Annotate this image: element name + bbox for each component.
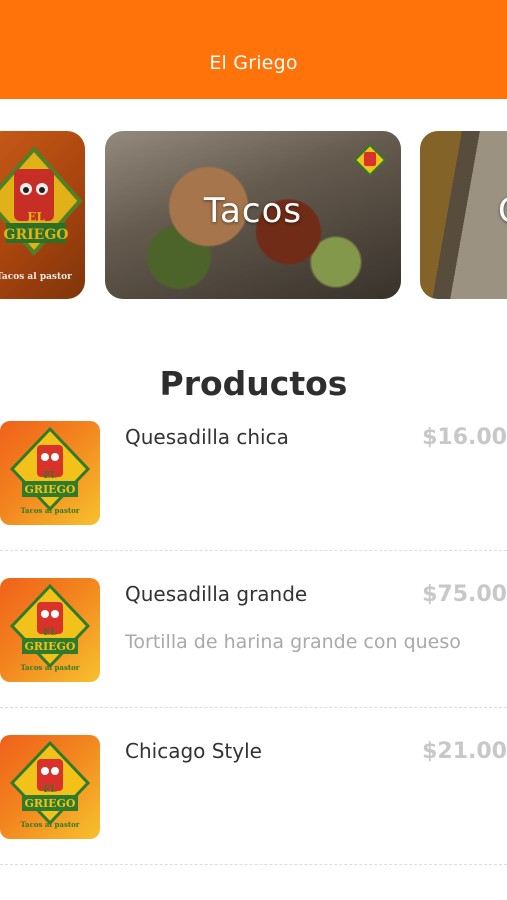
- product-item[interactable]: EL GRIEGO Tacos al pastor Quesadilla gra…: [0, 578, 507, 708]
- el-griego-logo-icon: EL GRIEGO Tacos al pastor: [9, 583, 91, 672]
- svg-text:Tacos al pastor: Tacos al pastor: [21, 506, 80, 515]
- mini-logo-icon: [353, 143, 387, 177]
- svg-text:EL: EL: [43, 628, 57, 638]
- product-description: Tortilla de harina grande con queso: [125, 631, 461, 653]
- svg-text:Tacos al pastor: Tacos al pastor: [21, 820, 80, 829]
- svg-text:GRIEGO: GRIEGO: [24, 640, 75, 653]
- el-griego-logo-icon: EL GRIEGO Tacos al pastor: [9, 426, 91, 515]
- category-carousel[interactable]: GRIEGO EL Tacos al pastor Tacos C: [0, 131, 507, 301]
- category-card-logo[interactable]: GRIEGO EL Tacos al pastor: [0, 131, 85, 299]
- svg-text:Tacos al pastor: Tacos al pastor: [21, 663, 80, 672]
- app-header: El Griego: [0, 0, 507, 99]
- category-label: Tacos: [203, 191, 303, 231]
- product-price: $16.00: [422, 425, 507, 450]
- svg-text:GRIEGO: GRIEGO: [24, 797, 75, 810]
- products-section-title: Productos: [159, 364, 348, 403]
- product-thumbnail: EL GRIEGO Tacos al pastor: [0, 735, 100, 839]
- category-label: C: [498, 191, 507, 231]
- category-card-next[interactable]: C: [420, 131, 507, 299]
- product-item[interactable]: EL GRIEGO Tacos al pastor Quesadilla chi…: [0, 421, 507, 551]
- product-item[interactable]: EL GRIEGO Tacos al pastor Chicago Style …: [0, 735, 507, 865]
- product-price: $21.00: [422, 739, 507, 764]
- product-price: $75.00: [422, 582, 507, 607]
- product-thumbnail: EL GRIEGO Tacos al pastor: [0, 578, 100, 682]
- product-name: Quesadilla chica: [125, 425, 289, 449]
- svg-text:EL: EL: [43, 471, 57, 481]
- svg-text:GRIEGO: GRIEGO: [24, 483, 75, 496]
- svg-text:EL: EL: [43, 785, 57, 795]
- product-name: Quesadilla grande: [125, 582, 308, 606]
- el-griego-logo-icon: EL GRIEGO Tacos al pastor: [9, 740, 91, 829]
- product-thumbnail: EL GRIEGO Tacos al pastor: [0, 421, 100, 525]
- product-name: Chicago Style: [125, 739, 262, 763]
- header-title: El Griego: [209, 52, 298, 74]
- category-card-tacos[interactable]: Tacos: [105, 131, 401, 299]
